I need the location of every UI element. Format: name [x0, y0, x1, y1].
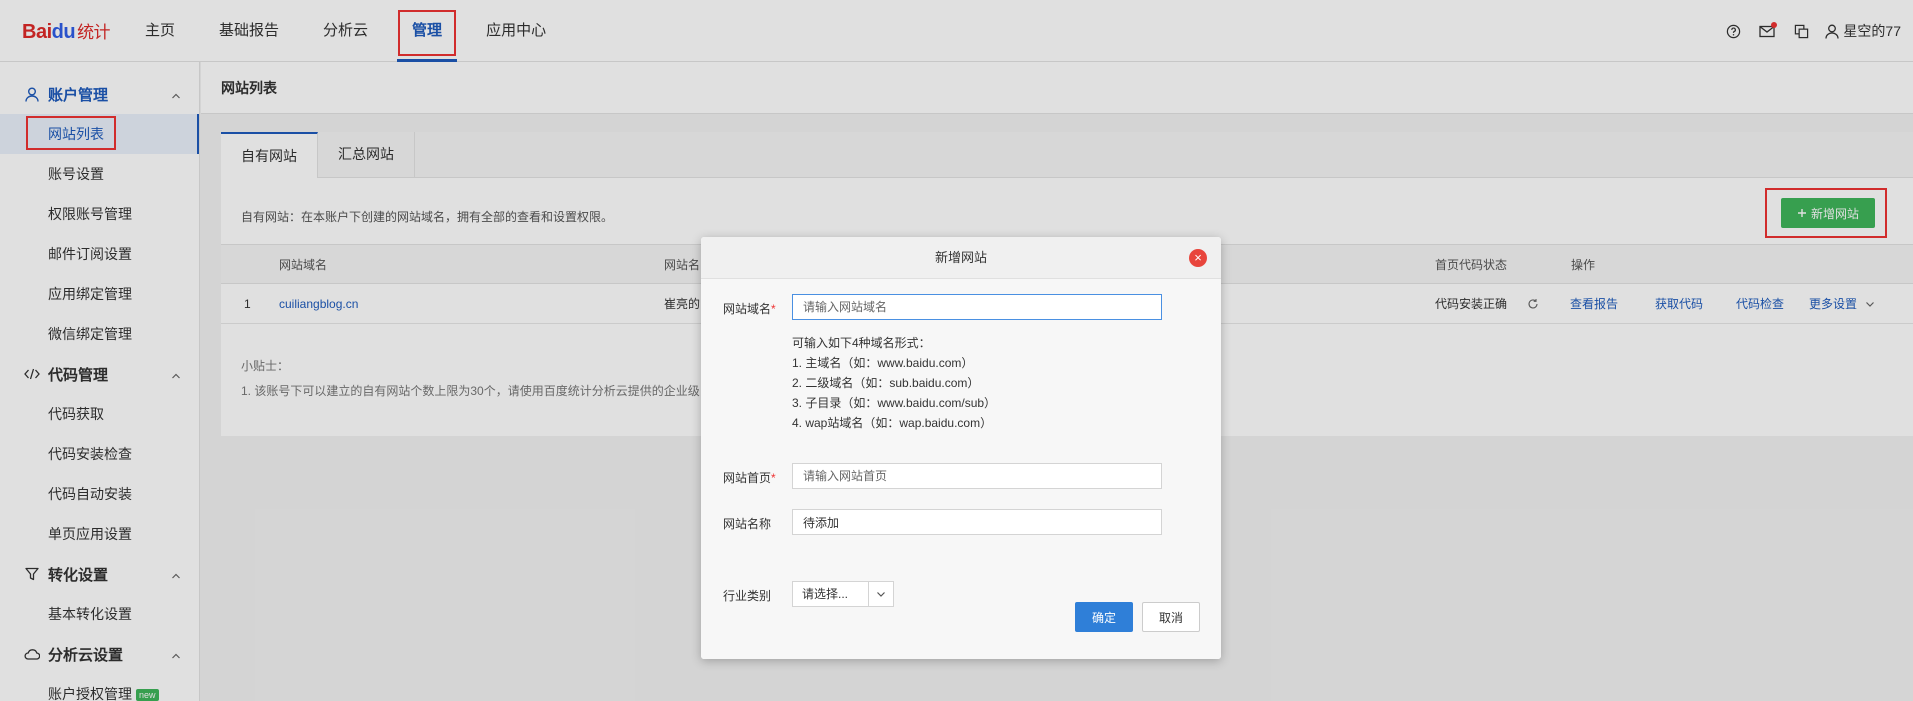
site-name-input[interactable] [792, 509, 1162, 535]
close-icon[interactable]: × [1189, 249, 1207, 267]
domain-label: 网站域名* [723, 302, 776, 316]
homepage-label: 网站首页* [723, 471, 776, 485]
chevron-down-icon [868, 582, 893, 606]
homepage-input[interactable] [792, 463, 1162, 489]
domain-input[interactable] [792, 294, 1162, 320]
dialog-header: 新增网站 × [701, 237, 1221, 279]
dialog-title: 新增网站 [934, 250, 987, 265]
add-site-dialog: 新增网站 × 网站域名* 可输入如下4种域名形式： 1. 主域名（如：www.b… [701, 237, 1221, 659]
dialog-body: 网站域名* 可输入如下4种域名形式： 1. 主域名（如：www.baidu.co… [701, 279, 1221, 659]
industry-select[interactable]: 请选择... [792, 581, 894, 607]
cancel-button[interactable]: 取消 [1142, 602, 1200, 632]
domain-format-hint: 可输入如下4种域名形式： 1. 主域名（如：www.baidu.com） 2. … [792, 336, 997, 430]
site-name-label: 网站名称 [723, 517, 772, 531]
industry-label: 行业类别 [723, 589, 772, 603]
confirm-button[interactable]: 确定 [1075, 602, 1133, 632]
